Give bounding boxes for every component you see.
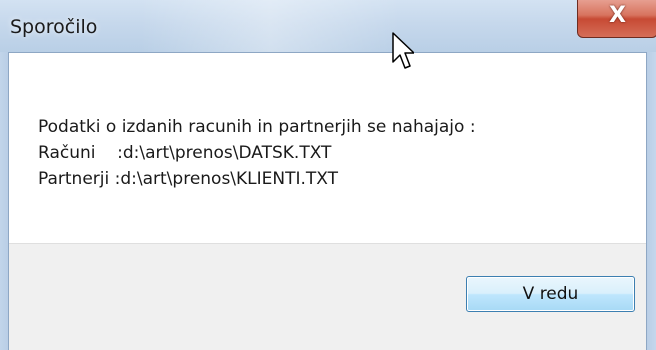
message-line-3: Partnerji :d:\art\prenos\KLIENTI.TXT	[38, 169, 339, 189]
window-title: Sporočilo	[10, 16, 98, 38]
dialog-body: Podatki o izdanih racunih in partnerjih …	[8, 52, 647, 350]
window-frame-left	[0, 52, 8, 350]
window-frame-right	[647, 52, 656, 350]
message-line-1: Podatki o izdanih racunih in partnerjih …	[38, 117, 476, 137]
title-bar[interactable]: Sporočilo X	[0, 0, 656, 52]
close-button[interactable]: X	[577, 0, 656, 38]
mouse-pointer-icon	[392, 32, 414, 69]
close-icon: X	[609, 3, 626, 28]
button-bar: V redu	[9, 243, 646, 350]
ok-button[interactable]: V redu	[466, 276, 635, 312]
message-line-2: Računi :d:\art\prenos\DATSK.TXT	[38, 143, 332, 163]
message-area: Podatki o izdanih racunih in partnerjih …	[9, 53, 646, 243]
